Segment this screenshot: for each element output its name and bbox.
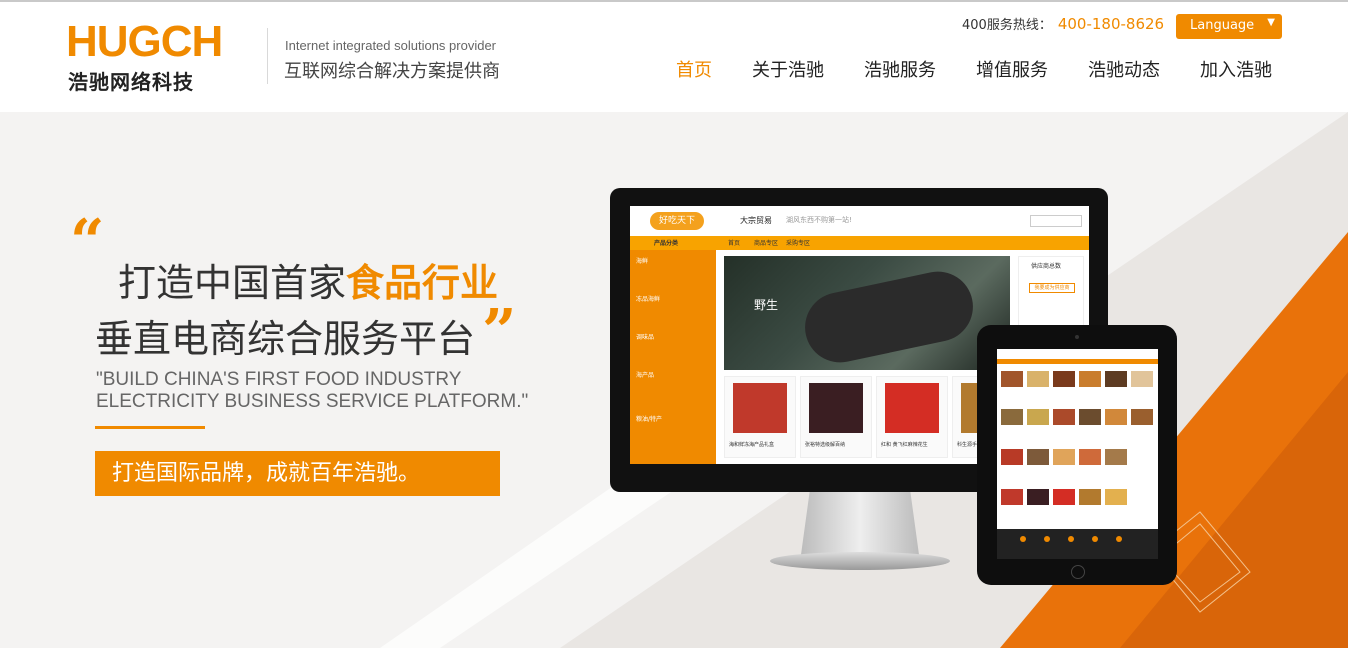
hero-banner: “ 打造中国首家食品行业 垂直电商综合服务平台 ” "BUILD CHINA'S… <box>0 112 1348 648</box>
nav-item-join[interactable]: 加入浩驰 <box>1200 56 1272 82</box>
mock-site-logo: 好吃天下 <box>650 212 704 230</box>
tablet-thumb <box>1027 409 1049 425</box>
accent-rule <box>95 426 205 429</box>
mock-hero-photo: 野生 <box>724 256 1010 370</box>
language-label: Language <box>1190 18 1255 33</box>
mock-category-sidebar: 海鲜 冻品海鲜 调味品 海产品 粮油/特产 <box>630 250 716 464</box>
service-hotline: 400服务热线： 400-180-8626 <box>962 14 1164 33</box>
headline-prefix: 打造中国首家 <box>118 261 347 305</box>
nav-item-value-added[interactable]: 增值服务 <box>976 56 1048 82</box>
tablet-thumb <box>1079 449 1101 465</box>
product-image <box>733 383 787 433</box>
tablet-footer-icons <box>1020 536 1122 542</box>
tablet-thumb <box>1027 449 1049 465</box>
nav-item-services[interactable]: 浩驰服务 <box>864 56 936 82</box>
nav-item-news[interactable]: 浩驰动态 <box>1088 56 1160 82</box>
language-select[interactable]: Language ▼ <box>1176 14 1282 39</box>
mock-product-caption: 红和 黄飞红麻辣花生 <box>881 442 928 448</box>
tablet-thumb <box>1053 371 1075 387</box>
tablet-thumb <box>1027 489 1049 505</box>
tablet-screen <box>997 349 1158 559</box>
tablet-thumb <box>1105 489 1127 505</box>
mock-product-caption: 张裕特选级解百纳 <box>805 442 846 448</box>
tablet-thumb <box>1105 409 1127 425</box>
slogan-banner: 打造国际品牌，成就百年浩驰。 <box>95 451 500 496</box>
mock-slogan: 湖风东西不购第一站! <box>786 216 852 224</box>
sea-cucumber-image <box>798 265 980 369</box>
logo-wordmark: HUGCH <box>66 17 223 66</box>
product-image <box>885 383 939 433</box>
tablet-thumb <box>1001 449 1023 465</box>
tablet-thumb <box>1079 371 1101 387</box>
mock-site-header: 好吃天下 大宗贸易 湖风东西不购第一站! <box>630 206 1089 236</box>
mock-category: 海产品 <box>636 372 655 379</box>
mock-photo-caption: 野生 <box>754 298 779 312</box>
hotline-number: 400-180-8626 <box>1057 15 1165 33</box>
slogan-text: 打造国际品牌，成就百年浩驰。 <box>112 461 421 486</box>
nav-item-home[interactable]: 首页 <box>676 56 712 82</box>
tagline-en: Internet integrated solutions provider <box>285 38 497 53</box>
tablet-thumb <box>1105 371 1127 387</box>
mock-supplier-panel: 供应商总数 我要成为供应商 <box>1018 256 1084 328</box>
tablet-nav-bar <box>997 359 1158 364</box>
product-image <box>809 383 863 433</box>
hero-headline-line1: 打造中国首家食品行业 <box>118 252 498 307</box>
tablet-thumb <box>1001 409 1023 425</box>
tablet-thumb <box>1131 371 1153 387</box>
monitor-base <box>770 552 950 570</box>
open-quote-mark: “ <box>70 207 105 277</box>
tablet-thumb <box>1131 409 1153 425</box>
logo-subtitle: 浩驰网络科技 <box>68 70 194 94</box>
mock-nav-tab: 商品专区 <box>754 240 779 247</box>
mock-product-card: 张裕特选级解百纳 <box>800 376 872 458</box>
nav-item-about[interactable]: 关于浩驰 <box>752 56 824 82</box>
tablet-thumb <box>1053 449 1075 465</box>
headline-highlight: 食品行业 <box>346 261 499 305</box>
mock-category: 粮油/特产 <box>636 416 663 423</box>
tablet-thumb <box>1001 489 1023 505</box>
mock-product-card: 海和鲜冻海产品礼盒 <box>724 376 796 458</box>
mock-supplier-title: 供应商总数 <box>1031 263 1062 270</box>
mock-product-card: 红和 黄飞红麻辣花生 <box>876 376 948 458</box>
tablet-camera <box>1075 335 1079 339</box>
mock-category: 海鲜 <box>636 258 649 265</box>
tablet-footer <box>997 529 1158 559</box>
tablet-thumb <box>1053 409 1075 425</box>
mock-sidebar-title: 产品分类 <box>654 240 679 247</box>
brand-logo[interactable]: HUGCH 浩驰网络科技 <box>66 17 256 95</box>
mock-category: 调味品 <box>636 334 655 341</box>
tagline-cn: 互联网综合解决方案提供商 <box>284 61 500 82</box>
mock-nav-bar: 产品分类 首页 商品专区 采购专区 <box>630 236 1089 250</box>
tablet-home-button <box>1071 565 1085 579</box>
mock-nav-tab: 首页 <box>728 240 741 247</box>
tablet-thumb <box>1105 449 1127 465</box>
hero-headline-line2: 垂直电商综合服务平台 <box>95 317 476 361</box>
mock-search-box <box>1030 215 1082 227</box>
tablet-thumb <box>1001 371 1023 387</box>
mock-nav-tab: 采购专区 <box>786 240 811 247</box>
tablet-thumb <box>1027 371 1049 387</box>
caret-down-icon: ▼ <box>1267 17 1275 28</box>
hero-english-line1: "BUILD CHINA'S FIRST FOOD INDUSTRY <box>96 369 462 390</box>
header-divider <box>267 28 268 84</box>
tablet-thumb <box>1079 409 1101 425</box>
hotline-label: 400服务热线： <box>962 18 1052 33</box>
mock-supplier-button: 我要成为供应商 <box>1029 283 1075 293</box>
hero-english-line2: ELECTRICITY BUSINESS SERVICE PLATFORM." <box>96 391 529 412</box>
mock-store-name: 大宗贸易 <box>740 216 772 225</box>
mock-product-caption: 海和鲜冻海产品礼盒 <box>729 442 775 448</box>
tablet-thumb <box>1053 489 1075 505</box>
site-header: HUGCH 浩驰网络科技 Internet integrated solutio… <box>0 2 1348 112</box>
mock-category: 冻品海鲜 <box>636 296 661 303</box>
tablet-thumb <box>1079 489 1101 505</box>
close-quote-mark: ” <box>482 297 517 367</box>
tablet-mockup <box>977 325 1177 585</box>
